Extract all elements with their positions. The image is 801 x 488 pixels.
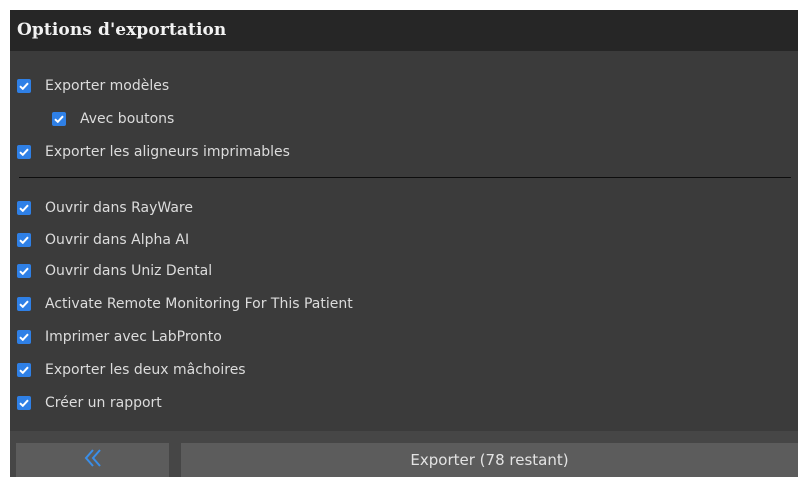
- checkbox-label: Ouvrir dans Alpha AI: [45, 232, 190, 248]
- checkbox-checked-icon: [17, 396, 31, 410]
- checkbox-remote-monitoring[interactable]: Activate Remote Monitoring For This Pati…: [17, 294, 353, 314]
- checkbox-checked-icon: [17, 79, 31, 93]
- checkbox-label: Exporter modèles: [45, 78, 170, 94]
- checkbox-checked-icon: [17, 264, 31, 278]
- checkbox-checked-icon: [17, 363, 31, 377]
- checkbox-open-rayware[interactable]: Ouvrir dans RayWare: [17, 198, 193, 218]
- checkbox-export-printable-aligners[interactable]: Exporter les aligneurs imprimables: [17, 142, 290, 162]
- checkbox-label: Ouvrir dans Uniz Dental: [45, 263, 213, 279]
- checkbox-label: Exporter les aligneurs imprimables: [45, 144, 290, 160]
- checkbox-label: Ouvrir dans RayWare: [45, 200, 193, 216]
- checkbox-create-report[interactable]: Créer un rapport: [17, 393, 162, 413]
- checkbox-checked-icon: [17, 233, 31, 247]
- checkbox-label: Exporter les deux mâchoires: [45, 362, 246, 378]
- checkbox-checked-icon: [17, 297, 31, 311]
- export-options-panel: Options d'exportation Exporter modèles A…: [10, 10, 798, 477]
- checkbox-label: Activate Remote Monitoring For This Pati…: [45, 296, 353, 312]
- checkbox-checked-icon: [17, 201, 31, 215]
- checkbox-checked-icon: [52, 112, 66, 126]
- panel-header: Options d'exportation: [10, 10, 798, 51]
- checkbox-label: Créer un rapport: [45, 395, 162, 411]
- checkbox-checked-icon: [17, 145, 31, 159]
- panel-title: Options d'exportation: [17, 20, 227, 40]
- checkbox-export-both-jaws[interactable]: Exporter les deux mâchoires: [17, 360, 246, 380]
- export-button[interactable]: Exporter (78 restant): [181, 443, 798, 477]
- checkbox-print-labpronto[interactable]: Imprimer avec LabPronto: [17, 327, 222, 347]
- divider: [19, 177, 791, 178]
- export-button-label: Exporter (78 restant): [410, 451, 569, 469]
- checkbox-label: Avec boutons: [80, 111, 175, 127]
- checkbox-open-alpha-ai[interactable]: Ouvrir dans Alpha AI: [17, 230, 189, 250]
- checkbox-open-uniz-dental[interactable]: Ouvrir dans Uniz Dental: [17, 261, 212, 281]
- checkbox-export-models[interactable]: Exporter modèles: [17, 76, 169, 96]
- checkbox-with-buttons[interactable]: Avec boutons: [52, 109, 174, 129]
- checkbox-label: Imprimer avec LabPronto: [45, 329, 222, 345]
- double-chevron-left-icon: [84, 448, 102, 472]
- checkbox-checked-icon: [17, 330, 31, 344]
- back-button[interactable]: [16, 443, 169, 477]
- panel-footer: Exporter (78 restant): [10, 431, 798, 477]
